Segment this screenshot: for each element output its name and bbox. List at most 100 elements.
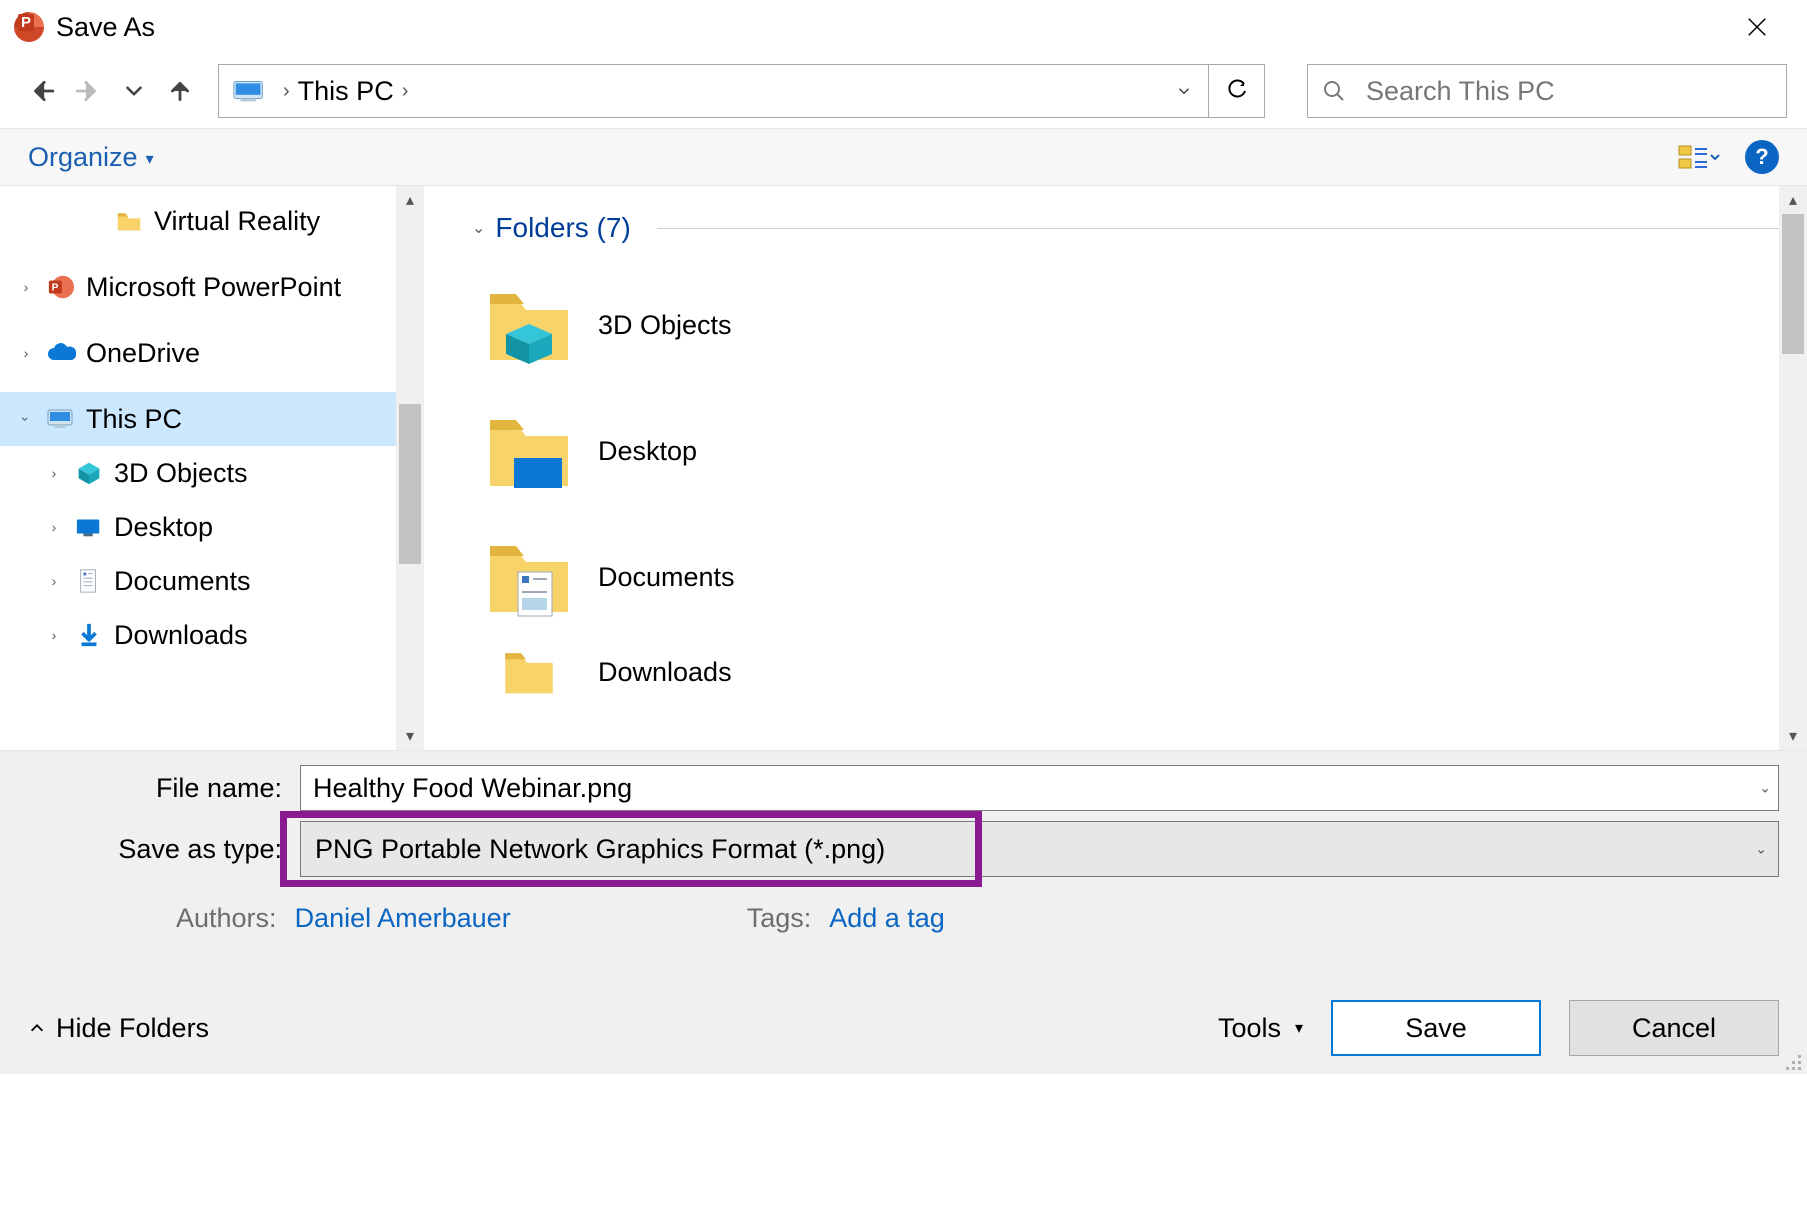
organize-dropdown[interactable]: Organize ▾ xyxy=(28,142,154,173)
tags-label: Tags: xyxy=(747,903,812,934)
desktop-icon xyxy=(74,512,104,542)
tree-item-label: This PC xyxy=(86,404,182,435)
save-as-type-label: Save as type: xyxy=(28,834,300,865)
folder-icon xyxy=(484,536,574,618)
divider xyxy=(657,228,1807,229)
content-scrollbar[interactable]: ▴ ▾ xyxy=(1779,186,1807,750)
tree-item-label: Downloads xyxy=(114,620,248,651)
chevron-down-icon[interactable]: ⌄ xyxy=(472,218,485,238)
folder-label: Documents xyxy=(598,562,735,593)
scrollbar-thumb[interactable] xyxy=(399,404,421,564)
this-pc-icon xyxy=(46,404,76,434)
chevron-right-icon[interactable]: › xyxy=(44,517,64,537)
authors-value[interactable]: Daniel Amerbauer xyxy=(295,903,511,934)
hide-folders-button[interactable]: Hide Folders xyxy=(28,1013,209,1044)
tools-dropdown[interactable]: Tools ▾ xyxy=(1218,1013,1303,1044)
tree-item-downloads[interactable]: › Downloads xyxy=(0,608,424,662)
search-icon xyxy=(1322,79,1346,103)
scroll-down-icon[interactable]: ▾ xyxy=(396,722,424,750)
folder-icon xyxy=(484,410,574,492)
tree-scrollbar[interactable]: ▴ ▾ xyxy=(396,186,424,750)
breadcrumb-this-pc[interactable]: This PC xyxy=(298,76,394,107)
folders-section-header[interactable]: ⌄ Folders (7) xyxy=(472,212,1807,244)
downloads-icon xyxy=(74,620,104,650)
folder-downloads[interactable]: Downloads xyxy=(472,640,1807,704)
chevron-right-icon[interactable]: › xyxy=(16,343,36,363)
authors-label: Authors: xyxy=(176,903,277,934)
hide-folders-label: Hide Folders xyxy=(56,1013,209,1044)
search-box[interactable] xyxy=(1307,64,1787,118)
save-as-type-dropdown[interactable]: PNG Portable Network Graphics Format (*.… xyxy=(300,821,1779,877)
scroll-up-icon[interactable]: ▴ xyxy=(396,186,424,214)
folder-3d-objects[interactable]: 3D Objects xyxy=(472,262,1807,388)
bottom-panel: File name: ⌄ Save as type: PNG Portable … xyxy=(0,751,1807,1074)
address-bar[interactable]: › This PC › xyxy=(218,64,1265,118)
folder-icon xyxy=(484,284,574,366)
chevron-right-icon[interactable]: › xyxy=(394,80,417,103)
svg-text:P: P xyxy=(52,283,59,294)
chevron-down-icon[interactable]: › xyxy=(16,409,36,429)
tree-item-virtual-reality[interactable]: Virtual Reality xyxy=(0,194,424,248)
tree-item-desktop[interactable]: › Desktop xyxy=(0,500,424,554)
chevron-right-icon[interactable]: › xyxy=(44,463,64,483)
folder-icon xyxy=(114,206,144,236)
tree-item-label: OneDrive xyxy=(86,338,200,369)
tree-item-3d-objects[interactable]: › 3D Objects xyxy=(0,446,424,500)
recent-locations-dropdown[interactable] xyxy=(120,77,148,105)
folder-label: Downloads xyxy=(598,657,732,688)
documents-icon xyxy=(74,566,104,596)
refresh-button[interactable] xyxy=(1208,65,1264,117)
tools-label: Tools xyxy=(1218,1013,1281,1044)
this-pc-icon xyxy=(231,77,269,105)
content-area: ⌄ Folders (7) 3D Objects xyxy=(424,186,1807,750)
filename-label: File name: xyxy=(28,773,300,804)
tree-item-microsoft-powerpoint[interactable]: › P Microsoft PowerPoint xyxy=(0,260,424,314)
organize-label: Organize xyxy=(28,142,138,173)
titlebar: Save As xyxy=(0,0,1807,54)
search-input[interactable] xyxy=(1364,75,1772,108)
address-history-dropdown[interactable] xyxy=(1158,65,1208,117)
scrollbar-thumb[interactable] xyxy=(1782,214,1804,354)
tree-item-onedrive[interactable]: › OneDrive xyxy=(0,326,424,380)
up-button[interactable] xyxy=(166,77,194,105)
folder-icon xyxy=(484,647,574,697)
onedrive-icon xyxy=(46,338,76,368)
back-button[interactable] xyxy=(28,77,56,105)
tree-item-label: Desktop xyxy=(114,512,213,543)
section-label: Folders (7) xyxy=(495,212,630,244)
folder-tree: Virtual Reality › P Microsoft PowerPoint… xyxy=(0,186,424,750)
chevron-down-icon[interactable]: ⌄ xyxy=(1755,841,1767,858)
tree-item-this-pc[interactable]: › This PC xyxy=(0,392,424,446)
filename-input[interactable] xyxy=(300,765,1779,811)
change-view-button[interactable] xyxy=(1677,139,1721,175)
powerpoint-app-icon xyxy=(14,12,44,42)
tags-value[interactable]: Add a tag xyxy=(829,903,945,934)
chevron-down-icon: ▾ xyxy=(146,146,154,168)
folder-desktop[interactable]: Desktop xyxy=(472,388,1807,514)
tree-item-label: Virtual Reality xyxy=(154,206,320,237)
resize-grip[interactable] xyxy=(1781,1050,1801,1070)
chevron-up-icon xyxy=(28,1019,46,1037)
chevron-down-icon[interactable]: ⌄ xyxy=(1759,780,1771,797)
tree-item-documents[interactable]: › Documents xyxy=(0,554,424,608)
chevron-right-icon[interactable]: › xyxy=(275,80,298,103)
chevron-right-icon[interactable]: › xyxy=(44,625,64,645)
chevron-right-icon[interactable]: › xyxy=(44,571,64,591)
footer: Hide Folders Tools ▾ Save Cancel xyxy=(0,1000,1807,1056)
forward-button xyxy=(74,77,102,105)
dialog-title: Save As xyxy=(56,12,155,43)
cancel-button[interactable]: Cancel xyxy=(1569,1000,1779,1056)
chevron-right-icon[interactable]: › xyxy=(16,277,36,297)
save-button[interactable]: Save xyxy=(1331,1000,1541,1056)
scroll-up-icon[interactable]: ▴ xyxy=(1779,186,1807,214)
navigation-row: › This PC › xyxy=(0,54,1807,128)
3d-objects-icon xyxy=(74,458,104,488)
help-button[interactable]: ? xyxy=(1745,140,1779,174)
tree-item-label: 3D Objects xyxy=(114,458,248,489)
chevron-down-icon: ▾ xyxy=(1295,1018,1303,1038)
folder-documents[interactable]: Documents xyxy=(472,514,1807,640)
save-as-type-value: PNG Portable Network Graphics Format (*.… xyxy=(315,834,885,865)
close-button[interactable] xyxy=(1727,0,1787,54)
scroll-down-icon[interactable]: ▾ xyxy=(1779,722,1807,750)
toolbar: Organize ▾ ? xyxy=(0,128,1807,186)
